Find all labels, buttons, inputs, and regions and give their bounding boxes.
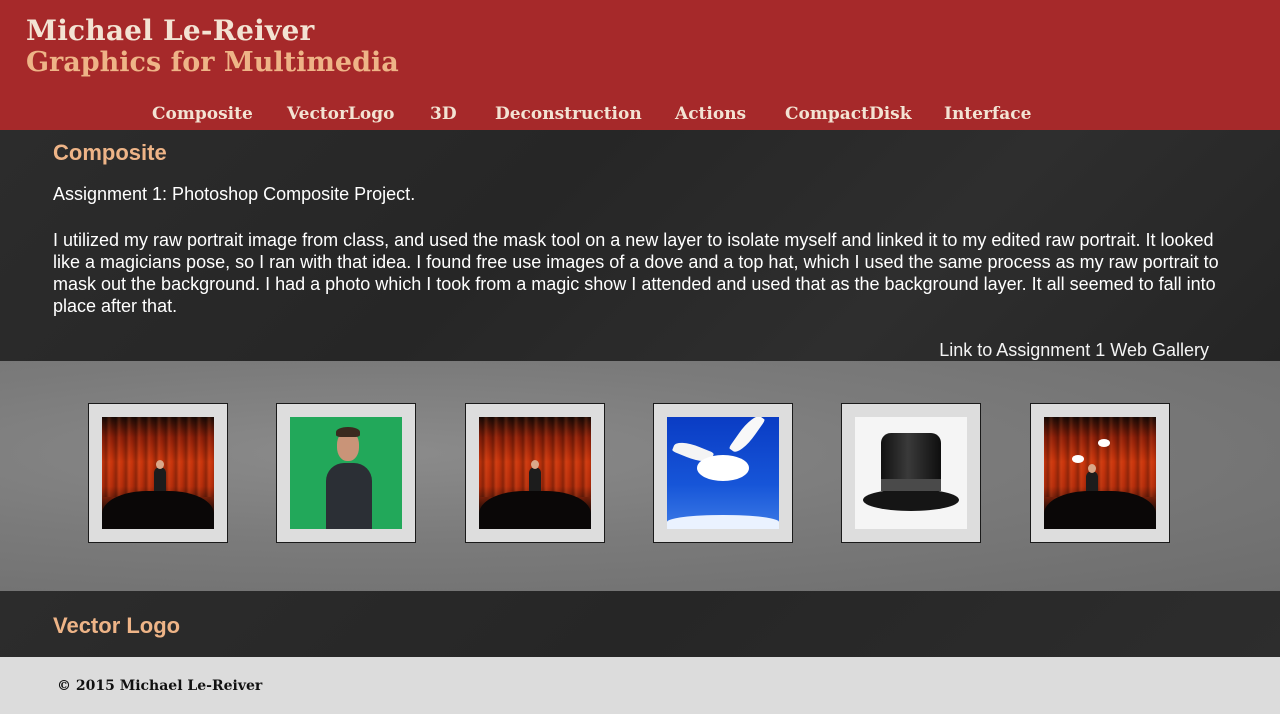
nav-link-compactdisk[interactable]: CompactDisk: [785, 104, 912, 124]
site-title: Michael Le-Reiver: [26, 14, 315, 47]
nav-link-actions[interactable]: Actions: [675, 104, 746, 124]
web-gallery-link[interactable]: Link to Assignment 1 Web Gallery: [939, 340, 1209, 361]
site-subtitle: Graphics for Multimedia: [26, 47, 399, 78]
section-title-composite: Composite: [53, 140, 167, 165]
final-composite-image: [1044, 417, 1156, 529]
copyright-text: © 2015 Michael Le-Reiver: [57, 678, 263, 694]
magic-show-image: [102, 417, 214, 529]
thumbnail-final-composite[interactable]: [1030, 403, 1170, 543]
thumbnail-gallery: [0, 361, 1280, 591]
assignment-description: I utilized my raw portrait image from cl…: [53, 230, 1219, 316]
nav-link-deconstruction[interactable]: Deconstruction: [495, 104, 642, 124]
thumbnail-magic-show-2[interactable]: [465, 403, 605, 543]
site-header: Michael Le-Reiver Graphics for Multimedi…: [0, 0, 1280, 130]
thumbnail-green-screen[interactable]: [276, 403, 416, 543]
green-screen-portrait-image: [290, 417, 402, 529]
main-nav: Composite VectorLogo 3D Deconstruction A…: [0, 104, 1280, 128]
dove-image: [667, 417, 779, 529]
thumbnail-magic-show[interactable]: [88, 403, 228, 543]
nav-link-composite[interactable]: Composite: [152, 104, 253, 124]
assignment-intro: Assignment 1: Photoshop Composite Projec…: [53, 184, 416, 204]
nav-link-interface[interactable]: Interface: [944, 104, 1031, 124]
composite-section: Composite Assignment 1: Photoshop Compos…: [0, 130, 1280, 361]
nav-link-3d[interactable]: 3D: [430, 104, 457, 124]
thumbnail-top-hat[interactable]: [841, 403, 981, 543]
magic-show-image-2: [479, 417, 591, 529]
section-title-vector-logo: Vector Logo: [53, 613, 181, 638]
top-hat-image: [855, 417, 967, 529]
thumbnail-dove[interactable]: [653, 403, 793, 543]
site-footer: © 2015 Michael Le-Reiver: [0, 657, 1280, 714]
vector-logo-section: Vector Logo: [0, 591, 1280, 657]
nav-link-vectorlogo[interactable]: VectorLogo: [287, 104, 394, 124]
